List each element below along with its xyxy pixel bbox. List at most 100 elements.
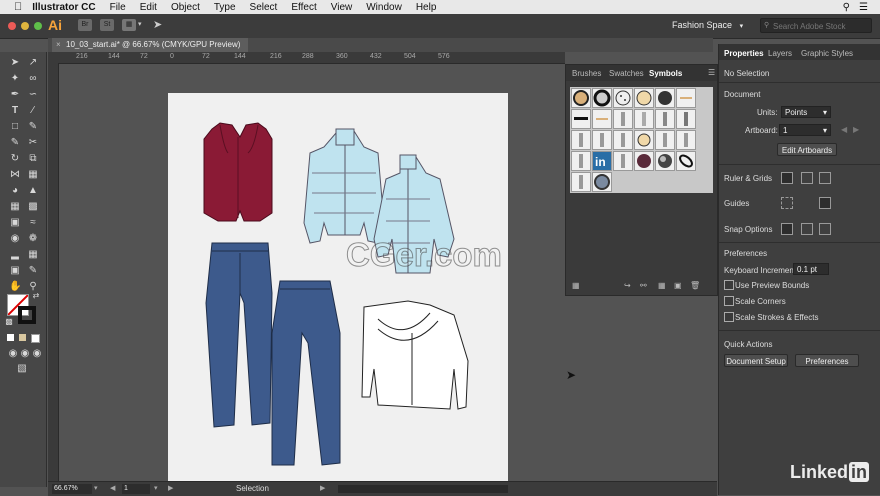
symbol-libraries-icon[interactable]: ▦	[572, 281, 580, 290]
search-icon[interactable]: ⚲	[843, 2, 850, 13]
default-fill-stroke-icon[interactable]: ▩	[3, 316, 15, 328]
symbol-button-24[interactable]	[676, 151, 696, 171]
symbol-button-2[interactable]	[592, 88, 612, 108]
tab-graphic-styles[interactable]: Graphic Styles	[801, 49, 853, 58]
zoom-window-icon[interactable]	[34, 22, 42, 30]
symbol-button-21[interactable]	[613, 151, 633, 171]
symbol-button-22[interactable]	[634, 151, 654, 171]
close-tab-icon[interactable]: ×	[56, 38, 61, 52]
trash-icon[interactable]: 🗑	[690, 281, 700, 290]
menu-view[interactable]: View	[331, 2, 353, 13]
screen-mode-icon[interactable]: ▧	[16, 363, 28, 375]
rotate-tool-icon[interactable]: ↻	[9, 153, 21, 165]
stock-icon[interactable]: St	[100, 19, 114, 31]
gradient-tool-icon[interactable]: ▣	[9, 217, 21, 229]
scale-strokes-checkbox[interactable]	[724, 312, 734, 322]
units-select[interactable]: Points ▾	[781, 106, 831, 118]
jeans-front-illustration[interactable]	[205, 242, 273, 428]
document-setup-button[interactable]: Document Setup	[724, 354, 788, 367]
snap-to-pixel-icon[interactable]	[819, 223, 831, 235]
direct-selection-tool-icon[interactable]: ↗	[27, 57, 39, 69]
show-guides-icon[interactable]	[781, 197, 793, 209]
previous-artboard-icon[interactable]: ◀	[841, 125, 847, 134]
smart-guides-icon[interactable]	[819, 197, 831, 209]
artboard[interactable]	[168, 93, 508, 481]
transparency-grid-icon[interactable]	[819, 172, 831, 184]
vest-illustration[interactable]	[203, 122, 273, 222]
menu-effect[interactable]: Effect	[291, 2, 316, 13]
document-tab[interactable]: × 10_03_start.ai* @ 66.67% (CMYK/GPU Pre…	[52, 38, 248, 52]
close-window-icon[interactable]	[8, 22, 16, 30]
symbol-button-6[interactable]	[676, 88, 696, 108]
horizontal-scrollbar[interactable]	[338, 485, 508, 493]
hand-tool-icon[interactable]: ✋	[9, 281, 21, 293]
next-artboard-icon[interactable]: ▶	[168, 484, 173, 492]
type-tool-icon[interactable]: T	[9, 105, 21, 117]
shaper-tool-icon[interactable]: ✎	[9, 137, 21, 149]
selection-tool-icon[interactable]: ➤	[9, 57, 21, 69]
preferences-button[interactable]: Preferences	[795, 354, 859, 367]
snap-to-grid-icon[interactable]	[801, 223, 813, 235]
menu-type[interactable]: Type	[214, 2, 236, 13]
first-artboard-icon[interactable]: ◀	[110, 484, 115, 492]
slice-tool-icon[interactable]: ✎	[27, 265, 39, 277]
bar-chart-icon[interactable]: ▦	[27, 249, 39, 261]
mesh-tool-icon[interactable]: ▩	[27, 201, 39, 213]
draw-behind-icon[interactable]: ◉	[19, 348, 31, 360]
linkedin-symbol-icon[interactable]: in	[592, 151, 612, 171]
symbol-button-15[interactable]	[613, 130, 633, 150]
symbol-button-25[interactable]	[571, 172, 591, 192]
symbol-button-3[interactable]	[613, 88, 633, 108]
chevron-down-icon[interactable]: ▾	[94, 484, 98, 492]
swap-fill-stroke-icon[interactable]: ⇄	[30, 290, 42, 302]
symbol-button-8[interactable]	[592, 109, 612, 129]
menu-file[interactable]: File	[110, 2, 126, 13]
gradient-mode-icon[interactable]	[19, 334, 26, 341]
symbol-button-5[interactable]	[655, 88, 675, 108]
list-icon[interactable]: ☰	[859, 2, 868, 13]
minimize-window-icon[interactable]	[21, 22, 29, 30]
apple-icon[interactable]: 	[14, 1, 22, 13]
eyedropper-tool-icon[interactable]: ≈	[27, 217, 39, 229]
line-tool-icon[interactable]: ∕	[27, 105, 39, 117]
symbol-button-10[interactable]	[634, 109, 654, 129]
place-symbol-icon[interactable]: ↪	[624, 281, 631, 290]
scale-corners-checkbox[interactable]	[724, 296, 734, 306]
artboard-tool-icon[interactable]: ▣	[9, 265, 21, 277]
snap-to-point-icon[interactable]	[781, 223, 793, 235]
symbol-button-4[interactable]	[634, 88, 654, 108]
symbol-button-9[interactable]	[613, 109, 633, 129]
symbol-button-19[interactable]	[571, 151, 591, 171]
new-symbol-icon[interactable]: ▣	[674, 281, 682, 290]
symbol-button-14[interactable]	[592, 130, 612, 150]
symbol-button-16[interactable]	[634, 130, 654, 150]
symbol-button-18[interactable]	[676, 130, 696, 150]
symbol-button-17[interactable]	[655, 130, 675, 150]
status-menu-icon[interactable]: ▶	[320, 484, 325, 492]
send-icon[interactable]: ➤	[153, 18, 162, 31]
tab-swatches[interactable]: Swatches	[609, 69, 644, 78]
break-link-icon[interactable]: ⚯	[640, 281, 647, 290]
column-graph-tool-icon[interactable]: ▂	[9, 249, 21, 261]
symbol-button-26[interactable]	[592, 172, 612, 192]
blend-tool-icon[interactable]: ◉	[9, 233, 21, 245]
shape-builder-tool-icon[interactable]: ◕	[9, 185, 21, 197]
symbol-button-12[interactable]	[676, 109, 696, 129]
tab-symbols[interactable]: Symbols	[649, 69, 682, 78]
color-mode-icon[interactable]	[7, 334, 14, 341]
grid-toggle-icon[interactable]	[801, 172, 813, 184]
symbol-sprayer-tool-icon[interactable]: ❁	[27, 233, 39, 245]
rectangle-tool-icon[interactable]: □	[9, 121, 21, 133]
stroke-swatch[interactable]	[18, 306, 36, 324]
menu-edit[interactable]: Edit	[140, 2, 157, 13]
stock-search-input[interactable]: Search Adobe Stock	[760, 18, 872, 33]
chevron-down-icon[interactable]: ▾	[138, 20, 142, 28]
paintbrush-tool-icon[interactable]: ✎	[27, 121, 39, 133]
symbol-options-icon[interactable]: ▦	[658, 281, 666, 290]
tab-properties[interactable]: Properties	[724, 49, 764, 58]
rulers-toggle-icon[interactable]	[781, 172, 793, 184]
symbol-button-23[interactable]	[655, 151, 675, 171]
jeans-back-illustration[interactable]	[271, 280, 341, 466]
menu-help[interactable]: Help	[416, 2, 437, 13]
curvature-tool-icon[interactable]: ∽	[27, 89, 39, 101]
